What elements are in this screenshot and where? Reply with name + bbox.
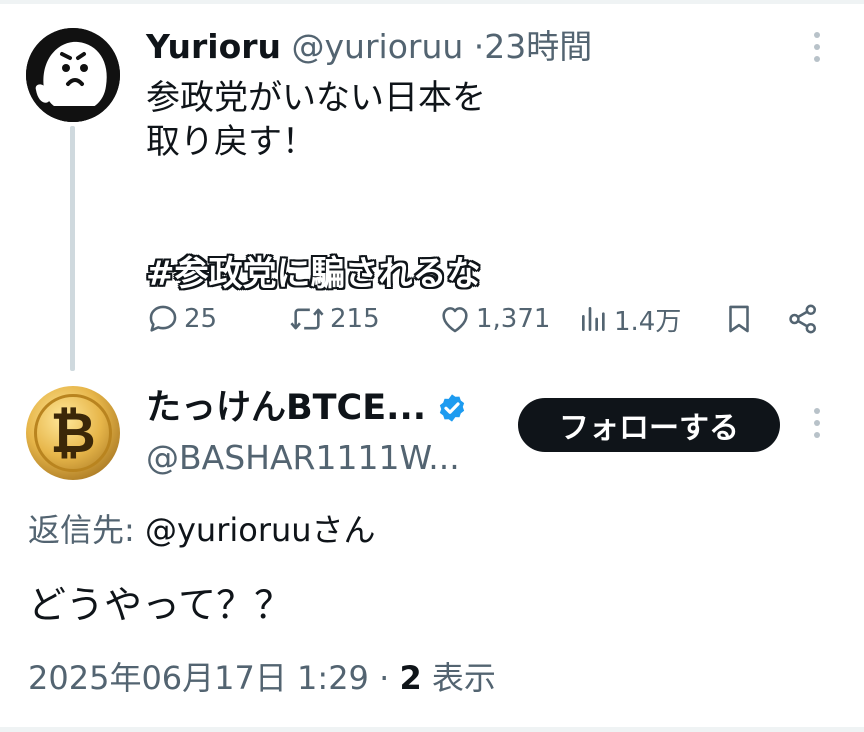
bookmark-icon (729, 305, 749, 333)
parent-tweet-time[interactable]: 23時間 (484, 27, 592, 66)
parent-author-handle[interactable]: @yurioruu (292, 27, 464, 66)
reply-view-label: 表示 (421, 659, 496, 697)
parent-action-bar: 25 215 1,371 1.4万 (0, 296, 864, 342)
reply-button[interactable]: 25 (146, 296, 217, 342)
follow-button[interactable]: フォローする (518, 398, 780, 452)
reply-tweet-text: どうやって？？ (28, 583, 293, 627)
reply-author-handle[interactable]: @BASHAR1111W... (146, 436, 460, 480)
retweet-icon (290, 308, 324, 330)
reply-view-count: 2 (399, 659, 422, 697)
parent-tweet-text: 参政党がいない日本を 取り戻す！ #参政党に騙されるな (146, 76, 766, 296)
like-icon (442, 307, 468, 333)
avatar-drawing (26, 28, 120, 122)
retweet-button[interactable]: 215 (288, 296, 380, 342)
top-divider (0, 0, 864, 4)
replying-to-line: 返信先: @yurioruuさん (28, 508, 376, 552)
parent-more-button[interactable] (807, 28, 827, 68)
like-count: 1,371 (476, 304, 551, 334)
reply-meta-line: 2025年06月17日 1:29 · 2 表示 (28, 656, 496, 700)
tweet-line: 参政党がいない日本を (146, 78, 486, 118)
tweet-line: 取り戻す！ (146, 122, 316, 162)
like-button[interactable]: 1,371 (438, 296, 550, 342)
reply-icon (149, 305, 177, 332)
retweet-count: 215 (330, 304, 380, 334)
verified-badge-icon (439, 394, 465, 422)
bottom-divider (0, 727, 864, 732)
reply-count: 25 (184, 304, 218, 334)
parent-author-name[interactable]: Yurioru (146, 27, 281, 66)
reply-timestamp[interactable]: 2025年06月17日 1:29 · (28, 659, 399, 697)
replying-label: 返信先: (28, 511, 145, 549)
bookmark-button[interactable] (722, 296, 756, 342)
share-button[interactable] (786, 296, 820, 342)
more-icon (807, 404, 827, 438)
avatar-btc[interactable]: ₿ (26, 386, 120, 480)
bitcoin-icon: ₿ (50, 401, 96, 466)
tweet-thread-page: Yurioru @yurioruu ·23時間 参政党がいない日本を 取り戻す！… (0, 0, 864, 732)
share-icon (789, 304, 817, 334)
avatar-yurioru[interactable] (26, 28, 120, 122)
header-separator: · (473, 27, 485, 66)
hashtag-text: #参政党に騙されるな (146, 254, 481, 294)
reply-author-row: たっけんBTCE... (146, 385, 468, 431)
view-count: 1.4万 (614, 306, 682, 337)
more-icon (807, 28, 827, 62)
reply-author-name[interactable]: たっけんBTCE... (146, 385, 426, 431)
views-icon (582, 307, 605, 331)
reply-more-button[interactable] (807, 404, 827, 444)
views-button[interactable]: 1.4万 (578, 296, 681, 342)
parent-tweet-header: Yurioru @yurioruu ·23時間 (146, 26, 592, 68)
replying-to-mention[interactable]: @yurioruuさん (145, 511, 376, 549)
